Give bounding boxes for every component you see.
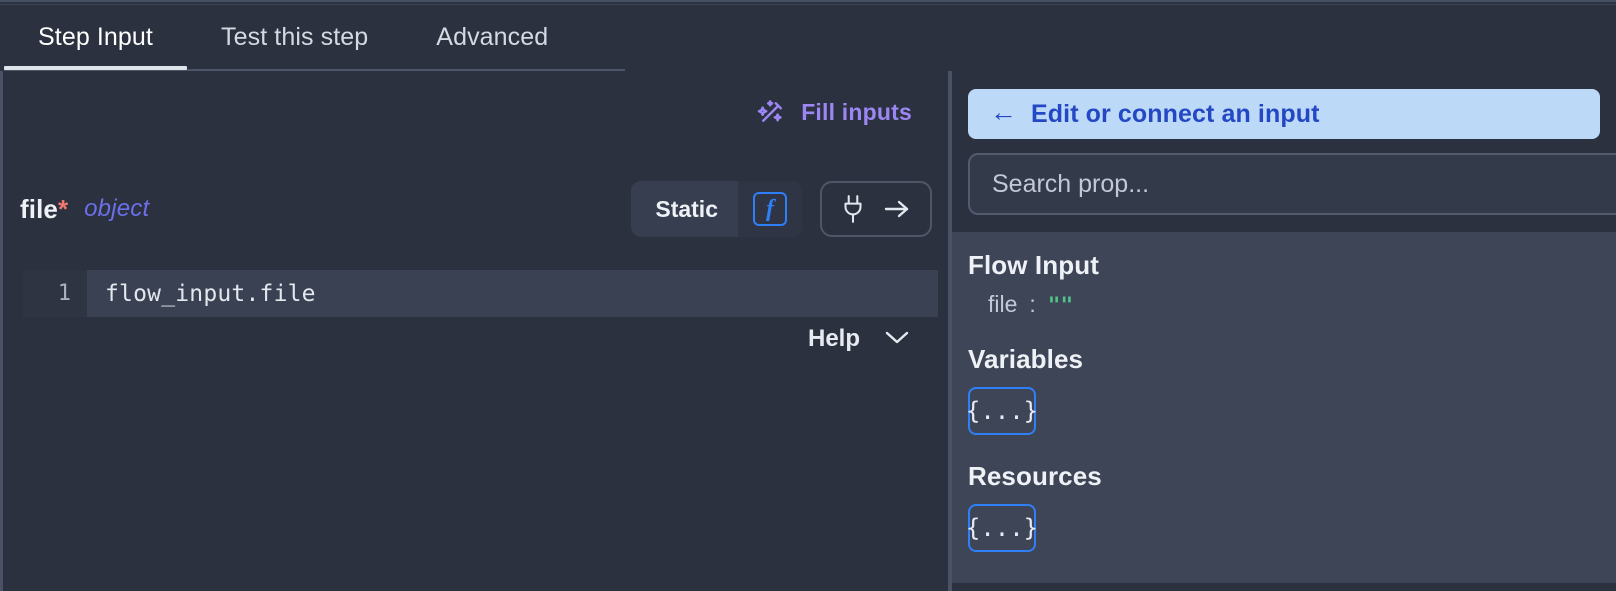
- resources-object-badge[interactable]: {...}: [966, 504, 1038, 552]
- line-number: 1: [57, 281, 71, 306]
- tab-test-this-step-label: Test this step: [220, 23, 369, 51]
- tab-advanced-label: Advanced: [436, 23, 549, 51]
- expression-editor[interactable]: 1 flow_input.file: [23, 270, 938, 317]
- arrow-left-icon: ←: [990, 97, 1017, 127]
- property-tree: Flow Input file : "" Variables {...} Res…: [952, 232, 1616, 583]
- field-name: file: [20, 193, 58, 224]
- editor-code-line[interactable]: flow_input.file: [87, 270, 938, 317]
- search-prop-input[interactable]: [968, 153, 1616, 215]
- required-asterisk: *: [57, 193, 69, 224]
- plug-icon: [840, 194, 866, 224]
- left-pane: Fill inputs file * object Static f 1 flo…: [3, 71, 948, 591]
- edit-or-connect-input-button[interactable]: ← Edit or connect an input: [968, 89, 1600, 139]
- tab-step-input-label: Step Input: [38, 23, 153, 51]
- section-heading-variables: Variables: [968, 344, 1084, 374]
- variables-object-badge[interactable]: {...}: [966, 387, 1038, 435]
- tree-row-file[interactable]: file : "": [968, 291, 1616, 318]
- step-input-panel: Step Input Test this step Advanced Fill …: [0, 0, 1616, 591]
- static-mode-label: Static: [655, 195, 718, 222]
- help-toggle[interactable]: Help: [808, 325, 912, 353]
- tab-step-input[interactable]: Step Input: [4, 5, 187, 70]
- section-heading-flow-input: Flow Input: [968, 250, 1099, 280]
- chevron-down-icon: [882, 327, 912, 352]
- connect-input-button[interactable]: [820, 181, 932, 237]
- tab-test-this-step[interactable]: Test this step: [187, 5, 402, 70]
- magic-wand-icon: [757, 97, 787, 127]
- tree-row-colon: :: [1029, 291, 1036, 317]
- arrow-right-icon: [882, 197, 912, 221]
- field-header-row: file * object Static f: [20, 178, 932, 240]
- function-mode-button[interactable]: f: [738, 181, 802, 237]
- static-mode-button[interactable]: Static: [631, 181, 738, 237]
- tab-advanced[interactable]: Advanced: [402, 5, 582, 70]
- right-pane: ← Edit or connect an input Flow Input fi…: [952, 71, 1616, 591]
- tree-row-value: "": [1047, 292, 1074, 317]
- tree-row-key: file: [988, 291, 1018, 317]
- fill-inputs-label: Fill inputs: [801, 98, 912, 125]
- help-label: Help: [807, 325, 860, 352]
- editor-gutter: 1: [23, 270, 87, 317]
- input-mode-toggle: Static f: [631, 181, 802, 237]
- fill-inputs-button[interactable]: Fill inputs: [757, 97, 912, 127]
- tab-bar: Step Input Test this step Advanced: [0, 5, 1616, 71]
- function-icon: f: [753, 192, 787, 226]
- field-type: object: [84, 195, 150, 222]
- section-heading-resources: Resources: [968, 461, 1102, 491]
- edit-or-connect-input-label: Edit or connect an input: [1031, 99, 1320, 128]
